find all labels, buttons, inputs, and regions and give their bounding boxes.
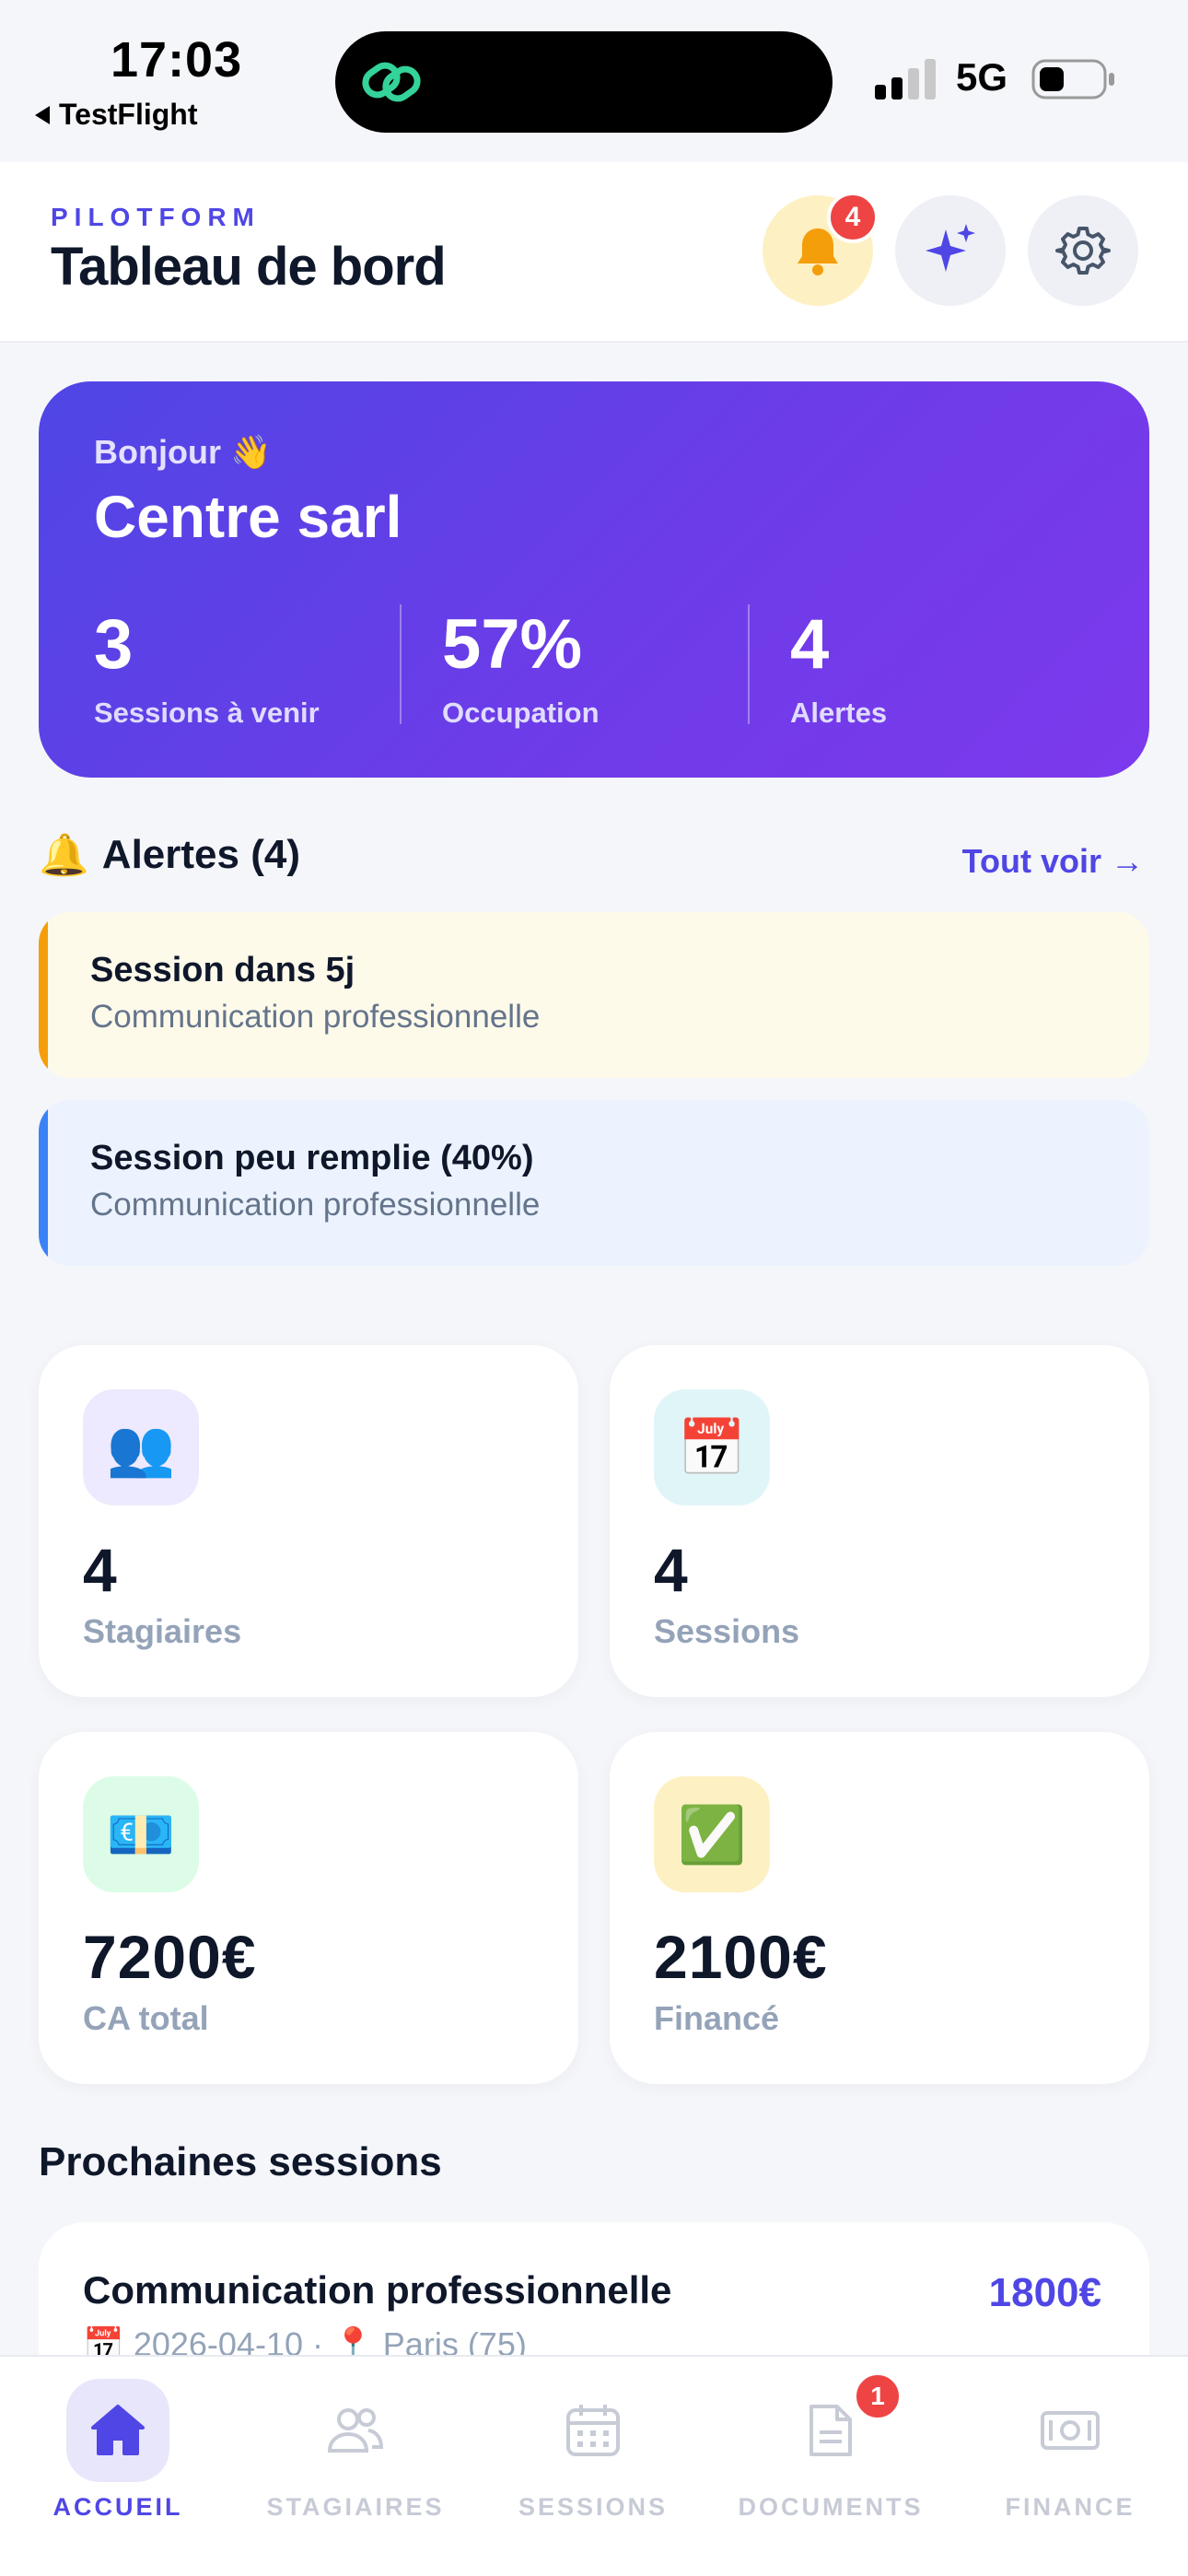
tab-icon-wrap bbox=[542, 2379, 645, 2482]
app-root: 17:03 TestFlight 5G PILOTFORM Tableau de… bbox=[0, 0, 1188, 2576]
users-icon bbox=[327, 2408, 384, 2453]
card-value: 2100€ bbox=[654, 1923, 828, 1991]
stat-label: Sessions à venir bbox=[94, 697, 320, 729]
network-label: 5G bbox=[956, 55, 1008, 99]
tab-icon-wrap bbox=[66, 2379, 169, 2482]
calendar-icon bbox=[566, 2405, 620, 2456]
alert-subtitle: Communication professionnelle bbox=[90, 1187, 541, 1223]
stat-upcoming-sessions: 3 Sessions à venir bbox=[94, 610, 320, 730]
settings-button[interactable] bbox=[1028, 195, 1138, 306]
tab-icon-wrap: 1 bbox=[779, 2371, 903, 2482]
back-to-app-link[interactable]: TestFlight bbox=[35, 98, 198, 132]
check-icon: ✅ bbox=[654, 1776, 770, 1892]
calendar-icon: 📅 bbox=[654, 1389, 770, 1505]
greeting: Bonjour 👋 bbox=[94, 433, 272, 471]
gear-icon bbox=[1055, 227, 1111, 275]
stat-value: 4 bbox=[790, 605, 830, 684]
tab-documents[interactable]: 1 DOCUMENTS bbox=[729, 2371, 932, 2535]
brand-name: PILOTFORM bbox=[51, 203, 261, 231]
session-price: 1800€ bbox=[988, 2270, 1101, 2315]
page-title: Tableau de bord bbox=[51, 237, 447, 297]
app-header: PILOTFORM Tableau de bord 4 bbox=[0, 162, 1188, 343]
status-bar: 17:03 TestFlight 5G bbox=[0, 0, 1188, 162]
banknote-icon: 💶 bbox=[83, 1776, 199, 1892]
alert-item[interactable]: Session dans 5j Communication profession… bbox=[39, 912, 1149, 1078]
documents-badge: 1 bbox=[853, 2371, 903, 2421]
card-label: CA total bbox=[83, 1999, 209, 2037]
tab-accueil[interactable]: ACCUEIL bbox=[17, 2379, 219, 2535]
tab-label: FINANCE bbox=[1005, 2493, 1136, 2521]
card-label: Financé bbox=[654, 1999, 780, 2037]
stat-card-trainees[interactable]: 👥 4 Stagiaires bbox=[39, 1345, 578, 1697]
tab-icon-wrap bbox=[304, 2379, 407, 2482]
chain-link-icon bbox=[362, 62, 421, 102]
alert-accent-bar bbox=[39, 912, 48, 1078]
stat-card-revenue[interactable]: 💶 7200€ CA total bbox=[39, 1732, 578, 2084]
welcome-card: Bonjour 👋 Centre sarl 3 Sessions à venir… bbox=[39, 381, 1149, 778]
alerts-section-title: 🔔 Alertes (4) bbox=[39, 831, 300, 879]
back-app-label: TestFlight bbox=[59, 98, 198, 131]
notifications-button[interactable]: 4 bbox=[763, 192, 879, 306]
stat-label: Alertes bbox=[790, 697, 888, 729]
stat-label: Occupation bbox=[442, 697, 600, 729]
tab-label: SESSIONS bbox=[518, 2493, 669, 2521]
next-sessions-title: Prochaines sessions bbox=[39, 2139, 442, 2184]
home-icon bbox=[91, 2405, 145, 2455]
document-icon bbox=[809, 2405, 852, 2456]
stat-card-sessions[interactable]: 📅 4 Sessions bbox=[610, 1345, 1149, 1697]
tab-label: STAGIAIRES bbox=[266, 2493, 445, 2521]
stat-alerts: 4 Alertes bbox=[790, 610, 887, 730]
alert-accent-bar bbox=[39, 1100, 48, 1266]
tab-finance[interactable]: FINANCE bbox=[969, 2379, 1171, 2535]
alert-subtitle: Communication professionnelle bbox=[90, 999, 541, 1035]
back-arrow-icon bbox=[35, 105, 50, 124]
tab-label: ACCUEIL bbox=[52, 2493, 183, 2521]
users-icon: 👥 bbox=[83, 1389, 199, 1505]
alert-title: Session peu remplie (40%) bbox=[90, 1139, 534, 1177]
card-value: 4 bbox=[83, 1536, 118, 1604]
session-title: Communication professionnelle bbox=[83, 2268, 672, 2312]
stat-value: 3 bbox=[94, 605, 134, 684]
card-label: Sessions bbox=[654, 1612, 800, 1650]
tab-bar: ACCUEIL STAGIAIRES SESSIONS 1 DOCUMENTS … bbox=[0, 2355, 1188, 2576]
tab-label: DOCUMENTS bbox=[738, 2493, 924, 2521]
alert-title: Session dans 5j bbox=[90, 951, 355, 989]
notification-badge: 4 bbox=[827, 192, 879, 243]
card-label: Stagiaires bbox=[83, 1612, 242, 1650]
stat-divider bbox=[748, 604, 750, 724]
alert-item[interactable]: Session peu remplie (40%) Communication … bbox=[39, 1100, 1149, 1266]
stat-card-funded[interactable]: ✅ 2100€ Financé bbox=[610, 1732, 1149, 2084]
ai-assistant-button[interactable] bbox=[895, 195, 1006, 306]
bell-icon: 🔔 bbox=[39, 833, 89, 878]
card-value: 7200€ bbox=[83, 1923, 257, 1991]
organization-name: Centre sarl bbox=[94, 484, 402, 550]
tab-sessions[interactable]: SESSIONS bbox=[492, 2379, 694, 2535]
banknote-icon bbox=[1041, 2411, 1100, 2450]
status-time: 17:03 bbox=[111, 32, 243, 88]
dynamic-island bbox=[335, 31, 833, 133]
stat-occupation: 57% Occupation bbox=[442, 610, 600, 730]
tab-stagiaires[interactable]: STAGIAIRES bbox=[254, 2379, 457, 2535]
sparkles-icon bbox=[926, 224, 975, 272]
card-value: 4 bbox=[654, 1536, 689, 1604]
stat-value: 57% bbox=[442, 605, 583, 684]
stat-divider bbox=[400, 604, 402, 724]
alerts-title: Alertes (4) bbox=[101, 832, 300, 877]
battery-icon bbox=[1031, 59, 1114, 100]
tab-icon-wrap bbox=[1019, 2379, 1122, 2482]
see-all-alerts-link[interactable]: Tout voir → bbox=[962, 842, 1144, 881]
signal-icon bbox=[875, 59, 936, 100]
